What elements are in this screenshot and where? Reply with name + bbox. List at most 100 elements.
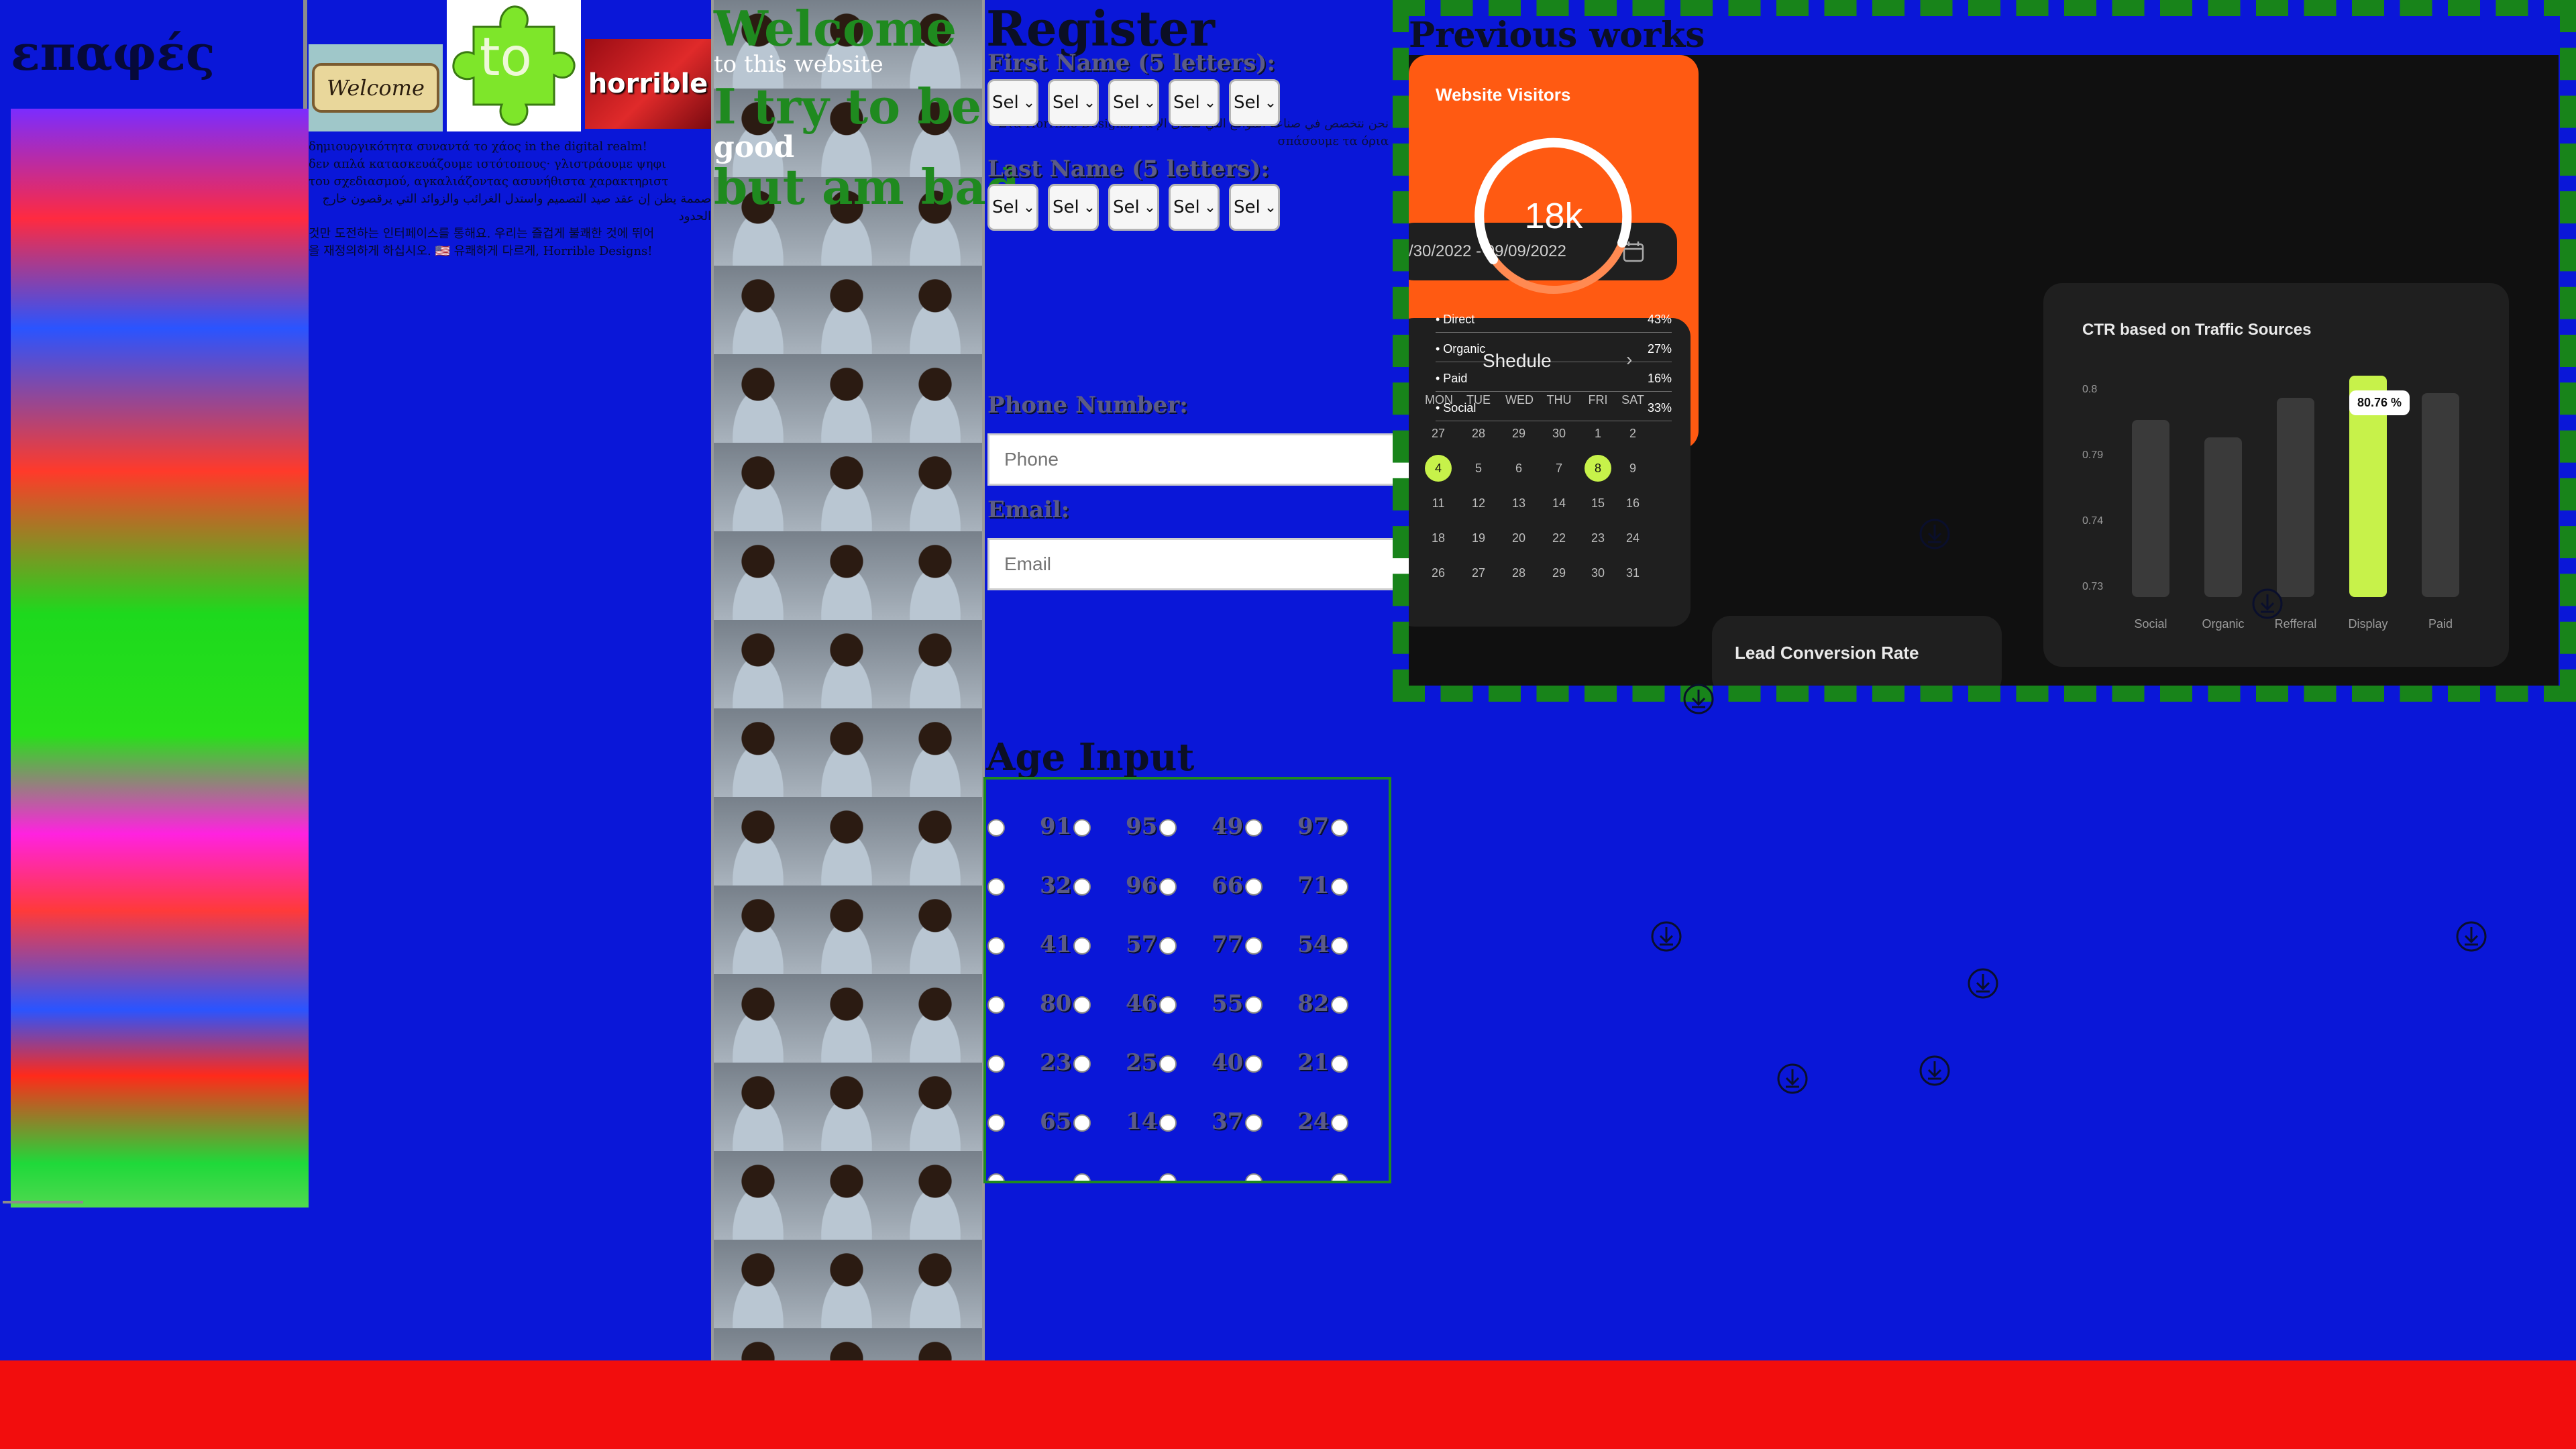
calendar-day[interactable]: 16 <box>1619 496 1646 511</box>
age-radio[interactable] <box>1073 1055 1091 1073</box>
age-radio[interactable] <box>1245 937 1263 955</box>
age-radio[interactable] <box>1245 1055 1263 1073</box>
calendar-day[interactable]: 30 <box>1546 427 1572 441</box>
age-option-label: 37 <box>1212 1108 1244 1135</box>
calendar-day[interactable]: 30 <box>1585 566 1611 580</box>
calendar-day[interactable]: 5 <box>1465 462 1492 476</box>
age-radio[interactable] <box>1073 878 1091 896</box>
download-icon[interactable] <box>2455 920 2487 953</box>
chevron-down-icon: ⌄ <box>1083 199 1096 216</box>
calendar-day[interactable]: 18 <box>1425 531 1452 545</box>
download-icon[interactable] <box>1682 683 1715 715</box>
logo-to-text: to <box>480 28 532 88</box>
age-radio[interactable] <box>1331 1055 1348 1073</box>
calendar-day[interactable]: 26 <box>1425 566 1452 580</box>
letter-select[interactable]: Sel ⌄ <box>1048 79 1099 126</box>
download-icon[interactable] <box>1650 920 1682 953</box>
age-radio[interactable] <box>987 878 1005 896</box>
age-radio[interactable] <box>1073 1173 1091 1181</box>
calendar-day[interactable]: 31 <box>1619 566 1646 580</box>
age-radio[interactable] <box>1073 937 1091 955</box>
age-radio[interactable] <box>987 819 1005 837</box>
y-tick-label: 0.73 <box>2082 581 2104 592</box>
age-radio[interactable] <box>1245 996 1263 1014</box>
download-icon[interactable] <box>1776 1063 1809 1095</box>
intro-line: δεν απλά κατασκευάζουμε ιστότοπους· γλισ… <box>309 157 667 171</box>
calendar-day[interactable]: 19 <box>1465 531 1492 545</box>
age-radio[interactable] <box>1331 878 1348 896</box>
age-radio[interactable] <box>1073 996 1091 1014</box>
age-radio[interactable] <box>1159 937 1177 955</box>
calendar-day[interactable]: 15 <box>1585 496 1611 511</box>
calendar-day[interactable]: 27 <box>1465 566 1492 580</box>
age-radio[interactable] <box>987 996 1005 1014</box>
calendar-day[interactable]: 7 <box>1546 462 1572 476</box>
first-name-label: First Name (5 letters): <box>987 50 1276 76</box>
calendar-day[interactable]: 2 <box>1619 427 1646 441</box>
download-icon[interactable] <box>1919 518 1951 550</box>
ctr-bar <box>2277 398 2314 597</box>
letter-select[interactable]: Sel ⌄ <box>1108 79 1159 126</box>
calendar-day[interactable]: 4 <box>1425 455 1452 482</box>
calendar-day[interactable]: 28 <box>1465 427 1492 441</box>
letter-select[interactable]: Sel ⌄ <box>1229 184 1280 231</box>
age-radio[interactable] <box>1245 1114 1263 1132</box>
calendar-day[interactable]: 24 <box>1619 531 1646 545</box>
age-radio[interactable] <box>1331 819 1348 837</box>
age-radio[interactable] <box>1073 1114 1091 1132</box>
calendar-day[interactable]: 8 <box>1585 455 1611 482</box>
calendar-day[interactable]: 14 <box>1546 496 1572 511</box>
select-value: Sel <box>1053 93 1079 113</box>
calendar-day[interactable]: 23 <box>1585 531 1611 545</box>
age-radio[interactable] <box>1159 819 1177 837</box>
age-radio[interactable] <box>1245 878 1263 896</box>
age-radio[interactable] <box>1159 1055 1177 1073</box>
chevron-down-icon: ⌄ <box>1022 199 1036 216</box>
calendar-day[interactable]: 29 <box>1505 427 1532 441</box>
age-option-label: 80 <box>1040 990 1072 1017</box>
traffic-source-row: • Direct 43% <box>1436 313 1672 333</box>
last-name-label: Last Name (5 letters): <box>987 156 1270 182</box>
age-radio[interactable] <box>987 1114 1005 1132</box>
letter-select[interactable]: Sel ⌄ <box>1048 184 1099 231</box>
letter-select[interactable]: Sel ⌄ <box>987 184 1038 231</box>
calendar-day[interactable]: 9 <box>1619 462 1646 476</box>
age-radio[interactable] <box>1331 996 1348 1014</box>
age-radio[interactable] <box>1245 1173 1263 1181</box>
calendar-day[interactable]: 29 <box>1546 566 1572 580</box>
age-radio[interactable] <box>1331 1173 1348 1181</box>
calendar-day[interactable]: 22 <box>1546 531 1572 545</box>
age-radio[interactable] <box>1331 937 1348 955</box>
letter-select[interactable]: Sel ⌄ <box>987 79 1038 126</box>
age-radio[interactable] <box>1159 878 1177 896</box>
letter-select[interactable]: Sel ⌄ <box>1108 184 1159 231</box>
age-radio[interactable] <box>1159 996 1177 1014</box>
download-icon[interactable] <box>2251 588 2284 620</box>
age-radio[interactable] <box>987 1173 1005 1181</box>
age-radio[interactable] <box>1245 819 1263 837</box>
calendar-day[interactable]: 13 <box>1505 496 1532 511</box>
age-radio[interactable] <box>1159 1173 1177 1181</box>
age-radio[interactable] <box>1331 1114 1348 1132</box>
calendar-day[interactable]: 20 <box>1505 531 1532 545</box>
hero-subtitle: to this website <box>714 51 883 78</box>
calendar-day[interactable]: 6 <box>1505 462 1532 476</box>
download-icon[interactable] <box>1919 1055 1951 1087</box>
calendar-day[interactable]: 27 <box>1425 427 1452 441</box>
calendar-day[interactable]: 12 <box>1465 496 1492 511</box>
letter-select[interactable]: Sel ⌄ <box>1169 79 1220 126</box>
select-value: Sel <box>1234 93 1260 113</box>
phone-input[interactable] <box>987 433 1422 486</box>
x-tick-label: Display <box>2348 617 2388 631</box>
download-icon[interactable] <box>1967 967 1999 1000</box>
age-radio[interactable] <box>987 937 1005 955</box>
age-radio[interactable] <box>1073 819 1091 837</box>
calendar-day[interactable]: 11 <box>1425 496 1452 511</box>
calendar-day[interactable]: 28 <box>1505 566 1532 580</box>
email-input[interactable] <box>987 538 1422 590</box>
letter-select[interactable]: Sel ⌄ <box>1229 79 1280 126</box>
letter-select[interactable]: Sel ⌄ <box>1169 184 1220 231</box>
calendar-day[interactable]: 1 <box>1585 427 1611 441</box>
age-radio[interactable] <box>987 1055 1005 1073</box>
age-radio[interactable] <box>1159 1114 1177 1132</box>
